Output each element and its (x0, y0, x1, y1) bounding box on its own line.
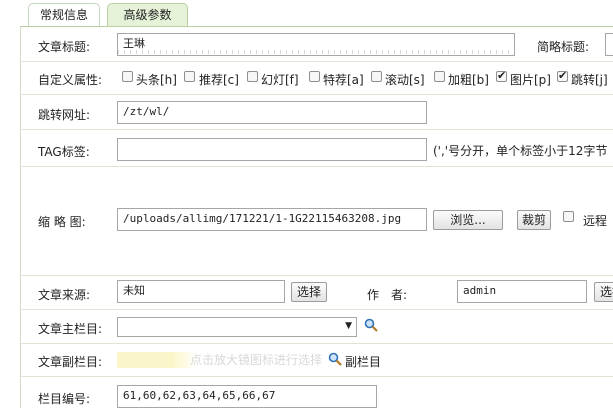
title-input[interactable]: 王琳 (117, 33, 515, 56)
sub-column-hint: 点击放大镜图标进行选择 (117, 352, 322, 368)
attr-bold-label: 加粗[b] (448, 73, 489, 87)
author-select-button[interactable]: 选择 (594, 282, 613, 302)
tag-hint: (','号分开，单个标签小于12字节 (433, 144, 608, 158)
column-ids-row: 栏目编号: 61,60,62,63,64,65,66,67 (21, 377, 613, 408)
title-ruler (118, 50, 514, 54)
attr-redirect-checkbox[interactable] (557, 69, 568, 82)
source-input[interactable]: 未知 (117, 280, 285, 303)
attr-slide-label: 幻灯[f] (261, 73, 299, 87)
browse-button[interactable]: 浏览... (433, 210, 503, 230)
sub-column-label: 文章副栏目: (38, 355, 103, 369)
author-input[interactable]: admin (457, 280, 587, 303)
tab-advanced[interactable]: 高级参数 (107, 3, 188, 27)
attr-scroll-checkbox[interactable] (371, 71, 382, 82)
attr-slide-checkbox[interactable] (247, 71, 258, 82)
custom-attr-label: 自定义属性: (38, 73, 103, 87)
title-row: 文章标题: 王琳 简略标题: (21, 28, 613, 62)
attr-image-checkbox[interactable] (496, 69, 507, 82)
thumbnail-label: 缩 略 图: (38, 215, 86, 229)
thumbnail-input[interactable]: /uploads/allimg/171221/1-1G22115463208.j… (117, 208, 427, 231)
attr-image-label: 图片[p] (510, 73, 551, 87)
tab-bar: 常规信息 高级参数 (0, 0, 613, 27)
attr-special-label: 特荐[a] (323, 73, 364, 87)
short-title-input[interactable] (605, 33, 613, 56)
sub-column-row: 文章副栏目: 点击放大镜图标进行选择 副栏目 (21, 344, 613, 377)
remote-label: 远程 (583, 214, 608, 228)
title-value: 王琳 (123, 37, 145, 50)
remote-checkbox[interactable] (563, 211, 574, 222)
custom-attr-row: 自定义属性: 头条[h] 推荐[c] 幻灯[f] 特荐[a] 滚动[s] 加粗[… (21, 62, 613, 95)
crop-button[interactable]: 裁剪 (517, 210, 551, 230)
attr-redirect-label: 跳转[j] (571, 73, 608, 87)
attr-headline-label: 头条[h] (136, 73, 177, 87)
main-column-label: 文章主栏目: (38, 322, 103, 336)
source-label: 文章来源: (38, 288, 91, 302)
attr-special-checkbox[interactable] (309, 71, 320, 82)
short-title-label: 简略标题: (537, 40, 590, 54)
column-ids-label: 栏目编号: (38, 392, 91, 406)
tag-row: TAG标签: (','号分开，单个标签小于12字节 (21, 130, 613, 167)
attr-headline-checkbox[interactable] (122, 71, 133, 82)
magnifier-icon[interactable] (364, 318, 378, 332)
main-column-select[interactable]: ▼ (117, 317, 357, 337)
source-select-button[interactable]: 选择 (291, 282, 327, 302)
sub-column-link[interactable]: 副栏目 (345, 353, 381, 370)
attr-bold-checkbox[interactable] (434, 71, 445, 82)
redirect-row: 跳转网址: /zt/wl/ (21, 95, 613, 130)
source-row: 文章来源: 未知 选择 作 者: admin 选择 (21, 276, 613, 310)
attr-recommend-label: 推荐[c] (199, 73, 239, 87)
magnifier-icon[interactable] (328, 352, 342, 366)
thumbnail-row: 缩 略 图: /uploads/allimg/171221/1-1G221154… (21, 167, 613, 276)
attr-recommend-checkbox[interactable] (184, 71, 195, 82)
tag-input[interactable] (117, 138, 427, 161)
column-ids-input[interactable]: 61,60,62,63,64,65,66,67 (117, 385, 377, 408)
title-label: 文章标题: (38, 40, 91, 54)
attr-scroll-label: 滚动[s] (385, 73, 425, 87)
redirect-label: 跳转网址: (38, 108, 91, 122)
tag-label: TAG标签: (38, 145, 90, 159)
main-column-row: 文章主栏目: ▼ (21, 310, 613, 344)
author-label: 作 者: (367, 288, 408, 302)
tab-general[interactable]: 常规信息 (28, 3, 100, 27)
redirect-input[interactable]: /zt/wl/ (117, 101, 427, 124)
chevron-down-icon: ▼ (345, 321, 352, 331)
